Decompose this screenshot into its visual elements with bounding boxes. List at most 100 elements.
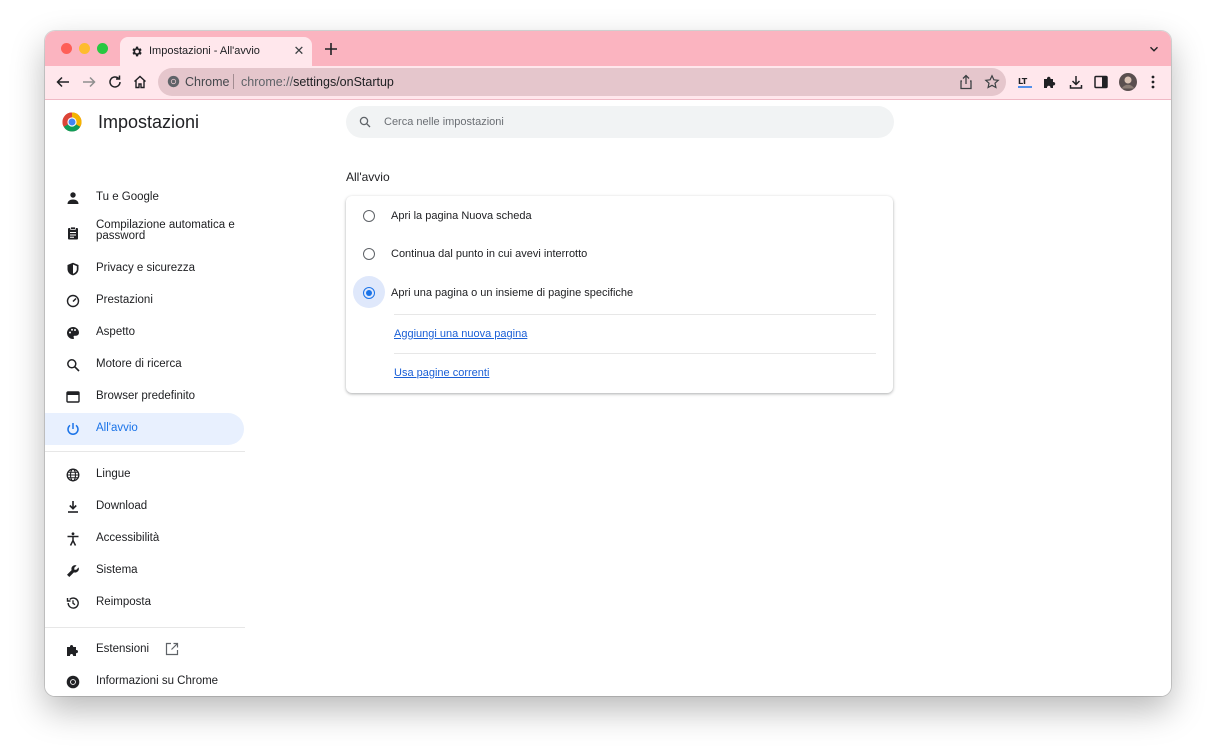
address-bar[interactable]: Chrome chrome://settings/onStartup — [158, 68, 1006, 96]
page-title: Impostazioni — [98, 112, 200, 132]
startup-option-specific-pages[interactable]: Apri una pagina o un insieme di pagine s… — [346, 275, 893, 313]
startup-option-new-tab[interactable]: Apri la pagina Nuova scheda — [346, 198, 893, 236]
chrome-icon — [66, 675, 80, 689]
home-icon[interactable] — [132, 74, 148, 90]
sidebar-item-label: Lingue — [96, 468, 131, 480]
sidebar-item-languages[interactable]: Lingue — [45, 459, 244, 491]
url-prefix: chrome:// — [241, 75, 294, 89]
radio-label: Continua dal punto in cui avevi interrot… — [391, 248, 588, 260]
sidebar-item-about-chrome[interactable]: Informazioni su Chrome — [45, 666, 244, 696]
sidebar-item-accessibility[interactable]: Accessibilità — [45, 523, 244, 555]
tab-title: Impostazioni - All'avvio — [149, 45, 260, 57]
power-icon — [67, 423, 79, 436]
url-path: settings/onStartup — [293, 75, 394, 89]
open-in-new-icon[interactable] — [165, 642, 179, 656]
tab-settings[interactable]: Impostazioni - All'avvio ✕ — [120, 37, 312, 66]
search-icon — [67, 359, 80, 372]
speedometer-icon — [66, 294, 80, 308]
sidebar-item-label: Compilazione automatica e password — [96, 219, 235, 242]
sidebar-item-system[interactable]: Sistema — [45, 555, 244, 587]
history-icon — [66, 597, 79, 609]
sidebar-item-label: Browser predefinito — [96, 390, 196, 402]
sidebar-item-performance[interactable]: Prestazioni — [45, 285, 244, 317]
languagetool-icon[interactable]: LT — [1017, 74, 1033, 90]
close-tab-icon[interactable]: ✕ — [292, 44, 306, 58]
omnibox-divider — [233, 74, 234, 89]
settings-search[interactable]: Cerca nelle impostazioni — [346, 106, 894, 138]
shield-icon — [67, 262, 79, 276]
maximize-window-button[interactable] — [97, 43, 108, 54]
browser-window: Impostazioni - All'avvio ✕ Chrome chrome… — [45, 31, 1171, 696]
tab-strip: Impostazioni - All'avvio ✕ — [45, 31, 1171, 66]
radio-button[interactable] — [363, 210, 375, 222]
sidebar-item-label: Motore di ricerca — [96, 358, 182, 370]
radio-button[interactable] — [363, 287, 375, 299]
browser-window-icon — [66, 391, 80, 403]
download-icon[interactable] — [1068, 74, 1084, 90]
sidebar-item-label: Prestazioni — [96, 294, 153, 306]
avatar[interactable] — [1119, 73, 1137, 91]
sidebar-item-default-browser[interactable]: Browser predefinito — [45, 381, 244, 413]
sidebar-item-downloads[interactable]: Download — [45, 491, 244, 523]
sidebar-item-autofill[interactable]: Compilazione automatica e password — [45, 216, 244, 248]
sidebar-item-reset[interactable]: Reimposta — [45, 587, 244, 619]
url-text: chrome://settings/onStartup — [241, 75, 394, 89]
sidebar-divider — [45, 451, 245, 452]
search-icon — [359, 116, 371, 128]
download-icon — [68, 501, 78, 513]
globe-icon — [66, 468, 80, 482]
sidebar-item-appearance[interactable]: Aspetto — [45, 317, 244, 349]
share-icon[interactable] — [958, 74, 974, 90]
sidebar-divider — [45, 627, 245, 628]
sidebar-item-label: Accessibilità — [96, 532, 160, 544]
use-current-pages-link[interactable]: Usa pagine correnti — [394, 367, 489, 379]
puzzle-icon — [67, 645, 78, 656]
puzzle-icon[interactable] — [1042, 74, 1058, 90]
more-menu-icon[interactable] — [1145, 74, 1161, 90]
sidebar-item-search-engine[interactable]: Motore di ricerca — [45, 349, 244, 381]
toolbar: Chrome chrome://settings/onStartup LT — [45, 66, 1171, 100]
gear-icon — [132, 46, 142, 57]
card-divider — [394, 353, 876, 354]
sidebar-item-extensions[interactable]: Estensioni — [45, 634, 244, 666]
chrome-logo-icon — [62, 112, 82, 132]
minimize-window-button[interactable] — [79, 43, 90, 54]
chrome-icon — [167, 75, 180, 88]
sidebar-item-label: Privacy e sicurezza — [96, 262, 196, 274]
section-title: All'avvio — [346, 170, 390, 184]
add-new-page-link[interactable]: Aggiungi una nuova pagina — [394, 328, 527, 340]
sidebar-item-label: Tu e Google — [96, 191, 159, 203]
side-panel-icon[interactable] — [1093, 74, 1109, 90]
sidebar-item-label: Download — [96, 500, 148, 512]
site-label: Chrome — [185, 75, 230, 89]
svg-text:LT: LT — [1018, 77, 1028, 86]
back-icon[interactable] — [55, 74, 71, 90]
settings-page: Impostazioni Cerca nelle impostazioni Tu… — [45, 100, 1171, 696]
forward-icon[interactable] — [81, 74, 97, 90]
new-tab-icon[interactable] — [323, 41, 339, 57]
startup-option-continue[interactable]: Continua dal punto in cui avevi interrot… — [346, 236, 893, 274]
sidebar-item-label: Aspetto — [96, 326, 135, 338]
star-icon[interactable] — [984, 74, 1000, 90]
radio-label: Apri la pagina Nuova scheda — [391, 210, 532, 222]
close-window-button[interactable] — [61, 43, 72, 54]
search-input[interactable]: Cerca nelle impostazioni — [384, 116, 504, 128]
sidebar-item-label: Sistema — [96, 564, 138, 576]
sidebar-item-label: All'avvio — [96, 422, 138, 434]
reload-icon[interactable] — [107, 74, 123, 90]
radio-button[interactable] — [363, 248, 375, 260]
palette-icon — [67, 327, 79, 339]
accessibility-icon — [67, 532, 79, 546]
card-divider — [394, 314, 876, 315]
sidebar-item-privacy[interactable]: Privacy e sicurezza — [45, 253, 244, 285]
startup-options-card: Apri la pagina Nuova scheda Continua dal… — [346, 196, 893, 393]
sidebar-item-label: Informazioni su Chrome — [96, 675, 219, 687]
wrench-icon — [67, 565, 79, 577]
chevron-down-icon[interactable] — [1147, 42, 1161, 56]
clipboard-icon — [68, 226, 78, 240]
person-icon — [67, 192, 79, 204]
sidebar-item-on-startup[interactable]: All'avvio — [45, 413, 244, 445]
sidebar-item-label: Reimposta — [96, 596, 151, 608]
radio-label: Apri una pagina o un insieme di pagine s… — [391, 287, 634, 299]
sidebar-item-you-and-google[interactable]: Tu e Google — [45, 182, 244, 214]
